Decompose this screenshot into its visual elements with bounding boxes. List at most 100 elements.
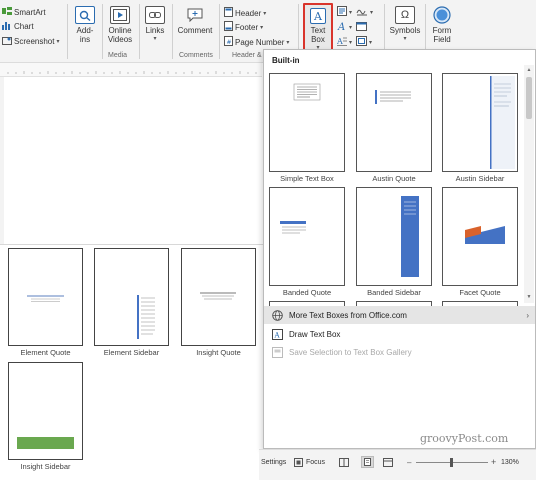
draw-text-box-icon: A — [271, 328, 283, 340]
scroll-up-arrow-icon[interactable]: ▲ — [525, 66, 533, 74]
chart-label: Chart — [14, 22, 34, 31]
element-sidebar-thumbnail[interactable] — [94, 248, 169, 346]
object-button[interactable]: ▾ — [356, 36, 372, 48]
svg-text:#: # — [227, 39, 232, 46]
more-text-boxes-menu-item[interactable]: More Text Boxes from Office.com › — [264, 306, 535, 324]
links-label: Links — [145, 26, 165, 35]
insight-sidebar-caption: Insight Sidebar — [20, 462, 71, 471]
smartart-button[interactable]: SmartArt — [2, 7, 46, 17]
gallery-scrollbar[interactable]: ▲ ▼ — [524, 65, 534, 303]
chevron-down-icon: ▾ — [153, 36, 157, 42]
scrollbar-thumb[interactable] — [526, 77, 532, 119]
document-page[interactable] — [0, 77, 262, 245]
chart-button[interactable]: Chart — [2, 21, 34, 32]
ribbon-separator — [172, 4, 173, 59]
simple-text-box-caption: Simple Text Box — [280, 174, 334, 183]
element-sidebar-caption: Element Sidebar — [103, 348, 160, 357]
page-number-icon: # — [224, 36, 233, 48]
object-icon — [356, 36, 367, 48]
save-selection-menu-item[interactable]: Save Selection to Text Box Gallery — [264, 343, 535, 361]
signature-line-button[interactable]: ▾ — [356, 6, 373, 18]
element-quote-thumbnail[interactable] — [8, 248, 83, 346]
banded-quote-caption: Banded Quote — [282, 288, 332, 297]
smartart-label: SmartArt — [14, 7, 46, 17]
banded-sidebar-thumbnail[interactable] — [356, 187, 432, 286]
symbols-label: Symbols — [389, 26, 421, 35]
addins-button[interactable]: Add-ins — [72, 6, 98, 44]
austin-sidebar-caption: Austin Sidebar — [455, 174, 505, 183]
austin-sidebar-thumbnail[interactable] — [442, 73, 518, 172]
form-field-icon — [432, 6, 452, 24]
text-box-gallery-lower: Element Quote Element Sidebar Insight Qu… — [0, 244, 264, 480]
insight-quote-caption: Insight Quote — [196, 348, 241, 357]
draw-text-box-menu-item[interactable]: A Draw Text Box — [264, 325, 535, 343]
chevron-down-icon: ▾ — [263, 10, 267, 17]
zoom-slider-thumb[interactable] — [450, 458, 453, 467]
symbols-button[interactable]: Ω Symbols ▾ — [388, 6, 422, 44]
media-group-label: Media — [108, 52, 128, 59]
quick-parts-button[interactable]: ▾ — [337, 6, 352, 18]
drop-cap-icon: A — [336, 36, 347, 48]
drop-cap-button[interactable]: A ▾ — [336, 36, 353, 48]
signature-line-icon — [356, 6, 368, 18]
ribbon-separator — [67, 4, 68, 59]
header-button[interactable]: Header ▾ — [224, 7, 266, 19]
header-label: Header — [235, 8, 262, 18]
text-box-dropdown: Built-in Simple Text Box Austin Quote Au… — [263, 49, 536, 449]
text-box-icon: A — [310, 8, 326, 24]
screenshot-label: Screenshot — [14, 37, 55, 46]
web-layout-icon[interactable] — [383, 458, 393, 469]
footer-button[interactable]: Footer ▾ — [224, 21, 263, 33]
chevron-down-icon: ▾ — [349, 39, 353, 46]
facet-quote-caption: Facet Quote — [459, 288, 501, 297]
zoom-out-icon[interactable]: – — [407, 458, 411, 467]
chevron-down-icon: ▾ — [260, 24, 264, 31]
form-field-label: Form Field — [432, 26, 452, 44]
simple-text-box-thumbnail[interactable] — [269, 73, 345, 172]
read-mode-icon[interactable] — [339, 458, 349, 469]
header-icon — [224, 7, 233, 19]
screenshot-icon — [2, 36, 12, 47]
links-button[interactable]: Links ▾ — [142, 6, 168, 44]
video-icon — [110, 6, 130, 24]
chevron-down-icon: ▾ — [403, 36, 407, 42]
online-videos-button[interactable]: Online Videos — [104, 6, 136, 44]
save-selection-label: Save Selection to Text Box Gallery — [289, 347, 412, 357]
screenshot-button[interactable]: Screenshot ▾ — [2, 36, 59, 47]
austin-quote-thumbnail[interactable] — [356, 73, 432, 172]
chevron-down-icon: ▾ — [349, 24, 353, 31]
focus-label[interactable]: Focus — [306, 459, 325, 466]
addins-label: Add-ins — [76, 26, 94, 44]
print-layout-icon[interactable] — [361, 456, 374, 468]
more-text-boxes-label: More Text Boxes from Office.com — [289, 310, 407, 320]
zoom-in-icon[interactable]: + — [491, 457, 496, 467]
quick-parts-icon — [337, 6, 347, 18]
page-number-label: Page Number — [235, 37, 285, 47]
link-icon — [145, 6, 165, 24]
insight-sidebar-thumbnail[interactable] — [8, 362, 83, 460]
document-margin — [0, 77, 4, 245]
banded-quote-thumbnail[interactable] — [269, 187, 345, 286]
comment-icon — [185, 6, 205, 24]
zoom-level[interactable]: 130% — [501, 459, 519, 466]
wordart-icon: A — [337, 21, 347, 33]
svg-text:A: A — [337, 37, 343, 46]
comment-button[interactable]: Comment — [176, 6, 214, 35]
page-number-button[interactable]: # Page Number ▾ — [224, 36, 289, 48]
chart-icon — [2, 21, 12, 32]
chevron-right-icon: › — [526, 310, 529, 320]
horizontal-ruler — [0, 63, 262, 77]
insight-quote-thumbnail[interactable] — [181, 248, 256, 346]
facet-quote-thumbnail[interactable] — [442, 187, 518, 286]
comment-label: Comment — [177, 26, 213, 35]
text-box-button[interactable]: A Text Box ▾ — [303, 3, 333, 51]
chevron-down-icon: ▾ — [369, 39, 373, 46]
omega-icon: Ω — [395, 6, 415, 24]
globe-icon — [271, 309, 283, 321]
chevron-down-icon: ▾ — [370, 9, 374, 16]
form-field-button[interactable]: Form Field — [428, 6, 456, 44]
scroll-down-arrow-icon[interactable]: ▼ — [525, 293, 533, 301]
settings-label[interactable]: Settings — [261, 459, 286, 466]
date-time-button[interactable] — [356, 21, 367, 33]
wordart-button[interactable]: A ▾ — [337, 21, 352, 33]
